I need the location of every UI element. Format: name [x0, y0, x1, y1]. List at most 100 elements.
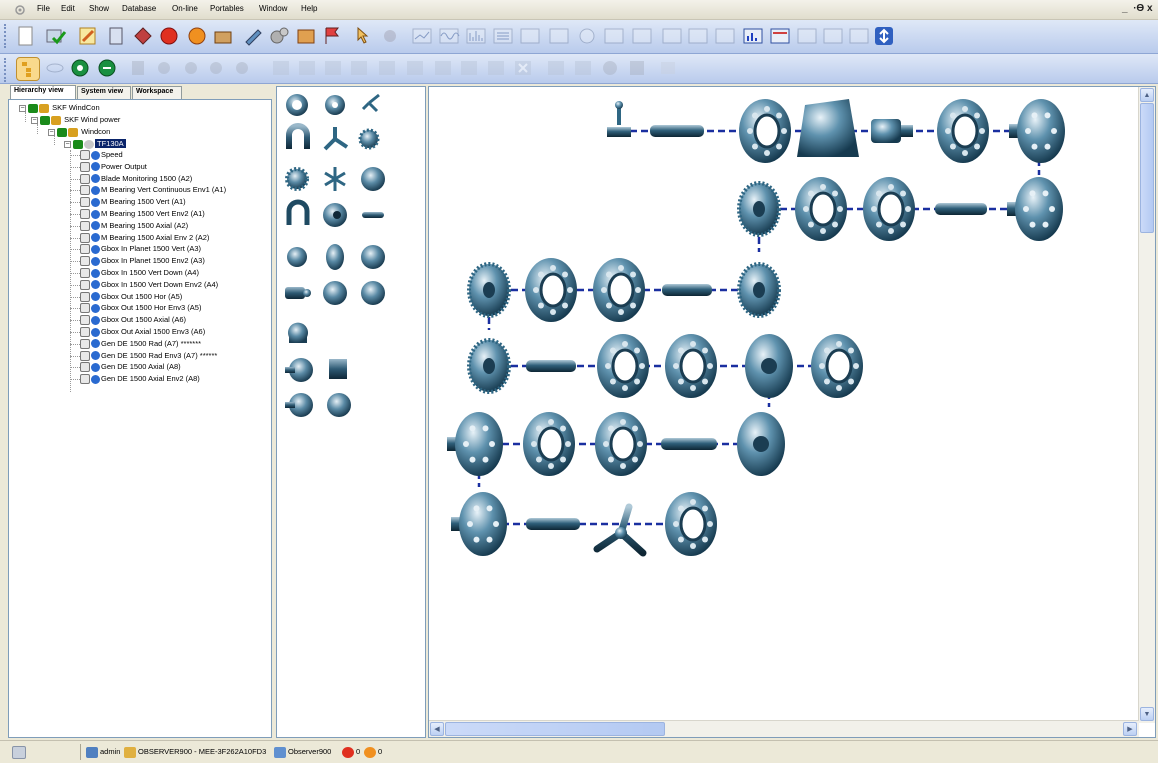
bearing-large-icon[interactable]: [323, 203, 347, 227]
list-icon[interactable]: [491, 24, 515, 48]
restore-button[interactable]: ·ϴ: [1133, 3, 1144, 14]
shaft-component[interactable]: [650, 125, 704, 137]
orbit-icon[interactable]: [575, 24, 599, 48]
pointer-icon[interactable]: [350, 24, 374, 48]
tree-measurement-point[interactable]: Speed: [80, 149, 123, 161]
tree-measurement-point[interactable]: Blade Monitoring 1500 (A2): [80, 173, 192, 184]
hierarchy-tree[interactable]: − SKF WindCon − SKF Wind power − Windcon…: [8, 99, 272, 738]
document-icon[interactable]: [104, 24, 128, 48]
gear-component[interactable]: [467, 262, 511, 318]
drivetrain-canvas[interactable]: ▲ ▼ ◀ ▶: [428, 86, 1156, 738]
tab-system-view[interactable]: System view: [77, 86, 131, 99]
collapse-toggle[interactable]: −: [31, 116, 38, 124]
flanged-hub-component[interactable]: [1009, 99, 1065, 163]
coupling-hub-icon[interactable]: [285, 358, 313, 382]
pencil-icon[interactable]: [242, 24, 266, 48]
disconnect-green-icon[interactable]: [96, 57, 118, 79]
minimize-button[interactable]: _: [1122, 3, 1128, 14]
bearing-component[interactable]: [665, 334, 717, 398]
tab-hierarchy-view[interactable]: Hierarchy view: [10, 85, 76, 100]
tree-node-level1[interactable]: − SKF Wind power: [31, 114, 120, 125]
shaft-component[interactable]: [526, 518, 580, 530]
window-icon[interactable]: [545, 57, 567, 79]
menu-window[interactable]: Window: [259, 4, 287, 13]
bearing-component[interactable]: [937, 99, 989, 163]
flag-icon[interactable]: [320, 24, 344, 48]
tree-measurement-point[interactable]: M Bearing 1500 Vert (A1): [80, 196, 186, 208]
probe-icon[interactable]: [378, 24, 402, 48]
scroll-left-button[interactable]: ◀: [430, 722, 444, 736]
collapse-toggle[interactable]: −: [64, 140, 71, 148]
rotor-propeller-component[interactable]: [593, 503, 647, 557]
bearing-component[interactable]: [593, 258, 645, 322]
menu-show[interactable]: Show: [89, 4, 109, 13]
vertical-scroll-thumb[interactable]: [1140, 103, 1154, 233]
plot-icon[interactable]: [518, 24, 542, 48]
shaft-component[interactable]: [526, 360, 576, 372]
scroll-up-button[interactable]: ▲: [1140, 88, 1154, 102]
u-magnet-icon[interactable]: [286, 199, 310, 225]
tree-measurement-point[interactable]: Gen DE 1500 Axial Env2 (A8): [80, 373, 200, 385]
tree-measurement-point[interactable]: M Bearing 1500 Vert Env2 (A1): [80, 208, 205, 220]
new-document-icon[interactable]: [14, 24, 38, 48]
tree-measurement-point[interactable]: Gen DE 1500 Rad (A7) *******: [80, 338, 201, 349]
transfer-icon[interactable]: [872, 24, 896, 48]
tab-workspace[interactable]: Workspace: [132, 86, 182, 99]
grid-view-icon[interactable]: [270, 57, 292, 79]
measure-2-icon[interactable]: [205, 57, 227, 79]
bearing-component[interactable]: [525, 258, 577, 322]
wave-icon[interactable]: [437, 24, 461, 48]
tree-measurement-point[interactable]: M Bearing Vert Continuous Env1 (A1): [80, 184, 226, 196]
tree-measurement-point[interactable]: Gbox Out 1500 Hor (A5): [80, 291, 182, 302]
waterfall-icon[interactable]: [630, 24, 654, 48]
bearing-component[interactable]: [863, 177, 915, 241]
diagnose-icon[interactable]: [847, 24, 871, 48]
connect-green-icon[interactable]: [69, 57, 91, 79]
edit-notes-icon[interactable]: [76, 24, 100, 48]
ribbed-disc-icon[interactable]: [326, 244, 344, 270]
table-icon[interactable]: [547, 24, 571, 48]
bearing-component[interactable]: [595, 412, 647, 476]
gears-icon[interactable]: [267, 24, 291, 48]
tool-icon[interactable]: [131, 24, 155, 48]
spur-gear-icon[interactable]: [285, 167, 309, 191]
alarm-red-icon[interactable]: [157, 24, 181, 48]
shaft-component[interactable]: [935, 203, 987, 215]
planetary-gear-component[interactable]: [745, 334, 793, 398]
package-icon[interactable]: [294, 24, 318, 48]
tree-node-level2[interactable]: − Windcon: [48, 126, 110, 137]
tree-measurement-point[interactable]: M Bearing 1500 Axial Env 2 (A2): [80, 232, 209, 243]
cancel-icon[interactable]: [599, 57, 621, 79]
link-icon[interactable]: [44, 57, 66, 79]
alarm-orange-icon[interactable]: [185, 24, 209, 48]
bearing-component[interactable]: [523, 412, 575, 476]
fan-coupling-icon[interactable]: [327, 393, 351, 417]
menu-help[interactable]: Help: [301, 4, 317, 13]
gear-component[interactable]: [737, 181, 781, 237]
bearing-component[interactable]: [739, 99, 791, 163]
bar-chart-icon[interactable]: [741, 24, 765, 48]
gear-component[interactable]: [737, 262, 781, 318]
menu-online[interactable]: On-line: [172, 4, 198, 13]
menu-portables[interactable]: Portables: [210, 4, 244, 13]
tree-measurement-point[interactable]: M Bearing 1500 Axial (A2): [80, 220, 188, 231]
tree-measurement-point[interactable]: Gbox In 1500 Vert Down (A4): [80, 267, 199, 279]
bearing-icon[interactable]: [286, 94, 308, 116]
trend-icon[interactable]: [410, 24, 434, 48]
coupling-component[interactable]: [871, 119, 913, 143]
flanged-hub-component[interactable]: [451, 492, 507, 556]
three-blade-fan-icon[interactable]: [323, 127, 349, 151]
export-icon[interactable]: [657, 57, 679, 79]
cube-block-icon[interactable]: [329, 359, 347, 379]
magnet-icon[interactable]: [286, 123, 310, 149]
tree-measurement-point[interactable]: Gen DE 1500 Rad Env3 (A7) ******: [80, 350, 217, 361]
collapse-toggle[interactable]: −: [19, 104, 26, 112]
report-icon[interactable]: [768, 24, 792, 48]
hierarchy-mode-icon[interactable]: [16, 57, 40, 81]
tree-node-machine[interactable]: − TF130A: [64, 138, 126, 149]
bearing-small-icon[interactable]: [325, 95, 345, 115]
impeller-wheel-icon[interactable]: [323, 281, 347, 305]
menu-file[interactable]: File: [37, 4, 50, 13]
layout-3-icon[interactable]: [485, 57, 507, 79]
gear-small-icon[interactable]: [358, 128, 380, 150]
